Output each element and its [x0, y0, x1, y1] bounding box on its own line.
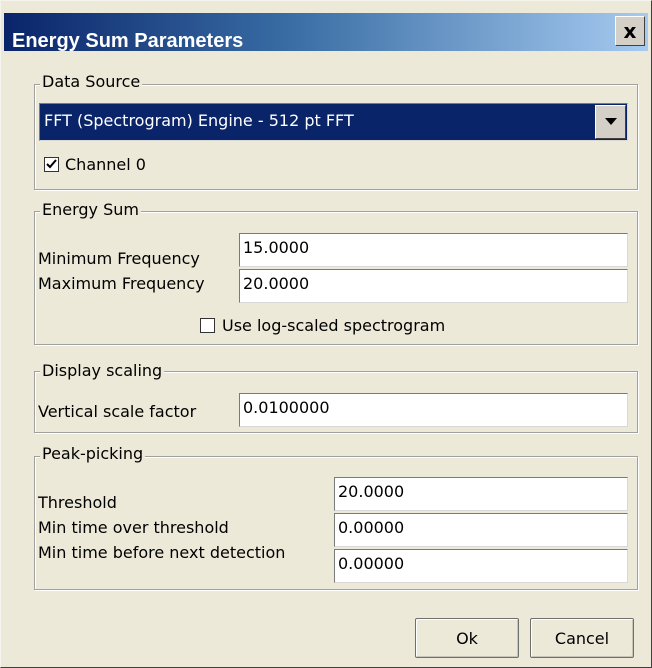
- threshold-label: Threshold: [38, 493, 117, 512]
- dialog-window: Energy Sum Parameters x Data Source FFT …: [0, 0, 652, 668]
- dropdown-button[interactable]: [595, 105, 626, 139]
- min-time-before-label: Min time before next detection: [38, 543, 286, 562]
- data-source-select[interactable]: FFT (Spectrogram) Engine - 512 pt FFT: [39, 103, 628, 141]
- ok-button-label: Ok: [456, 628, 478, 648]
- channel-0-checkbox[interactable]: [44, 157, 59, 172]
- chevron-down-icon: [604, 118, 617, 125]
- min-time-over-label: Min time over threshold: [38, 518, 229, 537]
- ok-button[interactable]: Ok: [415, 618, 519, 658]
- cancel-button[interactable]: Cancel: [530, 618, 634, 658]
- display-scaling-legend: Display scaling: [40, 361, 165, 380]
- min-time-before-input[interactable]: 0.00000: [334, 549, 628, 583]
- max-frequency-input[interactable]: 20.0000: [239, 269, 628, 303]
- vertical-scale-input[interactable]: 0.0100000: [239, 393, 628, 427]
- window-title: Energy Sum Parameters: [12, 30, 244, 52]
- checkmark-icon: [46, 159, 57, 169]
- min-frequency-input[interactable]: 15.0000: [239, 233, 628, 267]
- max-frequency-label: Maximum Frequency: [38, 274, 205, 293]
- log-scaled-checkbox[interactable]: [200, 318, 215, 333]
- vertical-scale-label: Vertical scale factor: [38, 402, 197, 421]
- cancel-button-label: Cancel: [554, 628, 610, 648]
- energy-sum-legend: Energy Sum: [40, 200, 141, 219]
- data-source-legend: Data Source: [40, 72, 143, 91]
- channel-0-label: Channel 0: [65, 155, 146, 174]
- close-button[interactable]: x: [615, 16, 645, 46]
- min-frequency-label: Minimum Frequency: [38, 249, 200, 268]
- title-bar[interactable]: Energy Sum Parameters: [4, 13, 648, 52]
- min-time-over-input[interactable]: 0.00000: [334, 513, 628, 547]
- log-scaled-label: Use log-scaled spectrogram: [222, 316, 446, 335]
- peak-picking-legend: Peak-picking: [40, 444, 146, 463]
- threshold-input[interactable]: 20.0000: [334, 477, 628, 511]
- close-icon: x: [623, 19, 637, 43]
